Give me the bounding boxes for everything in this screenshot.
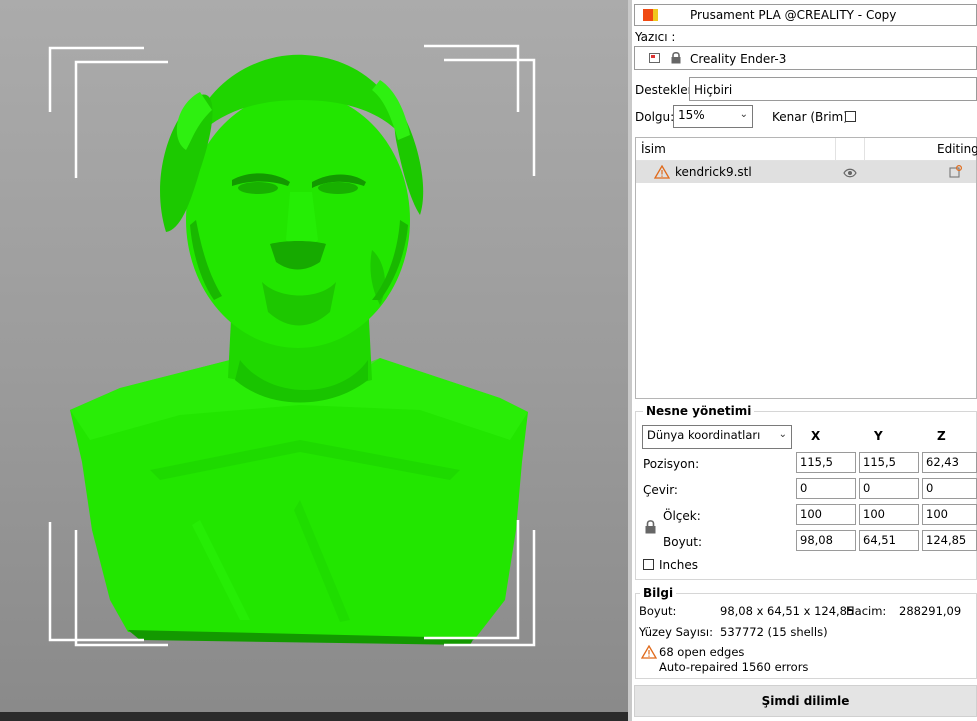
inches-label: Inches: [659, 558, 698, 572]
object-list[interactable]: İsim Editing kendrick9.stl: [635, 137, 977, 399]
info-open-edges: 68 open edges: [659, 645, 745, 659]
info-title: Bilgi: [640, 586, 677, 600]
list-item[interactable]: kendrick9.stl: [636, 161, 976, 183]
infill-select[interactable]: 15% ⌄: [673, 105, 753, 128]
rotate-x-input[interactable]: 0: [796, 478, 856, 499]
filament-label: Prusament PLA @CREALITY - Copy: [690, 8, 897, 22]
column-header-editing[interactable]: Editing: [937, 142, 977, 156]
coordinate-system-value: Dünya koordinatları: [647, 428, 761, 442]
scale-z-input[interactable]: 100: [922, 504, 977, 525]
lock-icon: [671, 51, 681, 64]
supports-combo[interactable]: Hiçbiri: [689, 77, 977, 101]
chevron-down-icon: ⌄: [778, 429, 787, 440]
info-size-label: Boyut:: [639, 604, 677, 618]
printer-label: Yazıcı :: [635, 30, 676, 44]
info-facets-value: 537772 (15 shells): [720, 625, 828, 639]
printer-combo[interactable]: Creality Ender-3: [634, 46, 977, 70]
status-bar: [0, 712, 628, 721]
coordinate-system-select[interactable]: Dünya koordinatları ⌄: [642, 425, 792, 449]
warning-icon: [640, 644, 658, 659]
visibility-eye-icon[interactable]: [843, 167, 857, 178]
info-auto-repaired: Auto-repaired 1560 errors: [659, 660, 809, 674]
position-label: Pozisyon:: [643, 457, 700, 471]
edit-settings-icon[interactable]: [949, 164, 963, 178]
info-volume-value: 288291,09: [899, 604, 962, 618]
object-manipulation-title: Nesne yönetimi: [643, 404, 755, 418]
printer-icon: [649, 53, 660, 63]
chevron-down-icon: ⌄: [739, 109, 748, 120]
filament-combo[interactable]: Prusament PLA @CREALITY - Copy: [634, 4, 977, 26]
model-render: [48, 44, 536, 647]
column-header-name[interactable]: İsim: [641, 142, 666, 156]
scale-y-input[interactable]: 100: [859, 504, 919, 525]
position-y-input[interactable]: 115,5: [859, 452, 919, 473]
size-y-input[interactable]: 64,51: [859, 530, 919, 551]
brim-checkbox[interactable]: [845, 111, 856, 122]
size-x-input[interactable]: 98,08: [796, 530, 856, 551]
filament-swatch-icon: [643, 9, 658, 21]
infill-label: Dolgu:: [635, 110, 675, 124]
rotate-y-input[interactable]: 0: [859, 478, 919, 499]
printer-value: Creality Ender-3: [690, 52, 787, 66]
info-size-value: 98,08 x 64,51 x 124,85: [720, 604, 855, 618]
info-facets-label: Yüzey Sayısı:: [639, 625, 713, 639]
scale-x-input[interactable]: 100: [796, 504, 856, 525]
axis-y-label: Y: [874, 429, 883, 443]
position-x-input[interactable]: 115,5: [796, 452, 856, 473]
sidebar-panel: Prusament PLA @CREALITY - Copy Yazıcı : …: [632, 0, 977, 721]
brim-label: Kenar (Brim):: [772, 110, 852, 124]
warning-icon: [653, 164, 671, 179]
axis-x-label: X: [811, 429, 821, 443]
info-volume-label: Hacim:: [846, 604, 887, 618]
infill-value: 15%: [678, 108, 705, 122]
size-label: Boyut:: [663, 535, 703, 549]
rotate-label: Çevir:: [643, 483, 678, 497]
scale-label: Ölçek:: [663, 509, 701, 523]
position-z-input[interactable]: 62,43: [922, 452, 977, 473]
object-list-header: İsim Editing: [636, 138, 977, 161]
list-item-name: kendrick9.stl: [675, 165, 752, 179]
axis-z-label: Z: [937, 429, 946, 443]
slice-now-button[interactable]: Şimdi dilimle: [634, 685, 977, 717]
supports-label: Destekler:: [635, 83, 697, 97]
lock-scale-icon[interactable]: [645, 520, 656, 534]
size-z-input[interactable]: 124,85: [922, 530, 977, 551]
rotate-z-input[interactable]: 0: [922, 478, 977, 499]
3d-viewport[interactable]: [0, 0, 628, 712]
supports-value: Hiçbiri: [694, 83, 733, 97]
inches-checkbox[interactable]: [643, 559, 654, 570]
